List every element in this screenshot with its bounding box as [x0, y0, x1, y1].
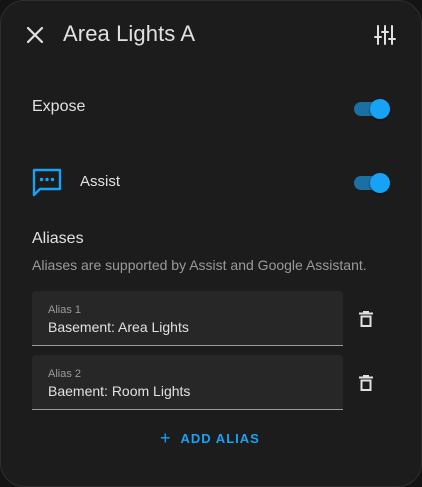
- delete-icon: [359, 375, 373, 391]
- alias-field-2[interactable]: Alias 2 Baement: Room Lights: [32, 355, 343, 410]
- delete-alias-2-button[interactable]: [346, 363, 386, 403]
- plus-icon: +: [160, 428, 171, 448]
- dialog-title: Area Lights A: [63, 21, 196, 46]
- entity-voice-settings-dialog: Area Lights A Expose Assist Aliases Alia…: [0, 0, 422, 487]
- alias-field-value[interactable]: Basement: Area Lights: [48, 319, 189, 335]
- alias-field-label: Alias 1: [48, 304, 82, 316]
- delete-alias-1-button[interactable]: [346, 299, 386, 339]
- alias-field-value[interactable]: Baement: Room Lights: [48, 383, 190, 399]
- tune-icon: [374, 25, 396, 45]
- delete-icon: [359, 311, 373, 327]
- dialog-header: Area Lights A: [1, 1, 421, 71]
- toggle-thumb: [370, 173, 390, 193]
- entity-settings-button[interactable]: [365, 15, 405, 55]
- alias-field-label: Alias 2: [48, 368, 82, 380]
- aliases-title: Aliases: [32, 230, 84, 247]
- message-text-icon: [32, 168, 62, 197]
- close-icon: [26, 26, 44, 44]
- assist-label: Assist: [80, 173, 121, 190]
- add-alias-label: ADD ALIAS: [180, 430, 260, 446]
- assist-toggle[interactable]: [354, 173, 390, 193]
- toggle-thumb: [370, 99, 390, 119]
- add-alias-button[interactable]: + ADD ALIAS: [160, 423, 260, 453]
- alias-field-1[interactable]: Alias 1 Basement: Area Lights: [32, 291, 343, 346]
- expose-label: Expose: [32, 98, 86, 115]
- expose-toggle[interactable]: [354, 99, 390, 119]
- close-button[interactable]: [15, 15, 55, 55]
- aliases-description: Aliases are supported by Assist and Goog…: [32, 257, 367, 273]
